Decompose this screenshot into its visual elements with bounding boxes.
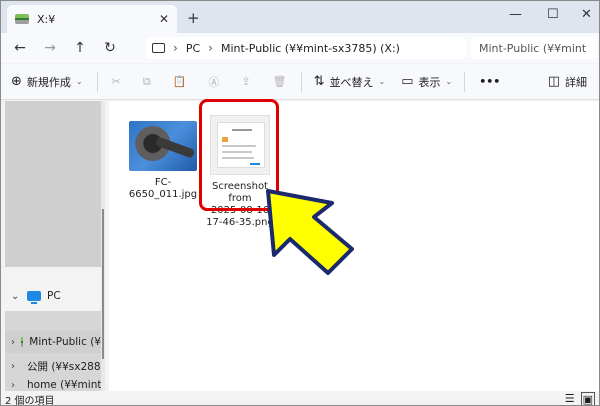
status-bar: 2 個の項目 ☰ ▣: [1, 391, 599, 406]
file-explorer-window: X:¥ ✕ + — ☐ ✕ ← → ↑ ↻ › PC › Mint-Public…: [0, 0, 600, 406]
forward-button[interactable]: →: [35, 40, 65, 56]
breadcrumb-pc[interactable]: PC: [186, 42, 200, 55]
crankset-thumbnail: [129, 121, 197, 171]
sort-icon: ⇅: [313, 74, 325, 89]
command-bar: ⊕ 新規作成 ⌄ ✂ ⧉ 📋 Ⓐ ⇪ 🗑 ⇅ 並べ替え ⌄ ▭ 表示 ⌄ •••…: [1, 64, 599, 100]
new-tab-button[interactable]: +: [187, 9, 200, 27]
plus-circle-icon: ⊕: [11, 74, 22, 89]
divider: [300, 71, 302, 92]
sidebar-item-pc[interactable]: ⌄ PC: [5, 285, 105, 307]
chevron-down-icon: ⌄: [75, 77, 83, 86]
sidebar-item-home[interactable]: › home (¥¥mint: [5, 379, 101, 391]
file-item[interactable]: FC-6650_011.jpg: [125, 121, 201, 201]
new-label: 新規作成: [26, 75, 71, 89]
address-bar[interactable]: › PC › Mint-Public (¥¥mint-sx3785) (X:): [146, 37, 466, 59]
tab-title: X:¥: [37, 12, 56, 26]
chevron-down-icon: ⌄: [378, 77, 386, 86]
network-drive-icon: [21, 337, 24, 347]
tab-close-icon[interactable]: ✕: [159, 12, 169, 26]
item-count: 2 個の項目: [5, 395, 55, 406]
maximize-button[interactable]: ☐: [547, 7, 559, 22]
network-drive-icon: [15, 14, 29, 24]
divider: [96, 71, 98, 92]
view-button[interactable]: ▭ 表示 ⌄: [401, 74, 452, 90]
breadcrumb-drive[interactable]: Mint-Public (¥¥mint-sx3785) (X:): [221, 42, 400, 55]
chevron-down-icon: ⌄: [11, 290, 20, 302]
more-options-button[interactable]: •••: [479, 75, 500, 88]
divider: [464, 71, 466, 92]
details-pane-icon: ◫: [547, 74, 560, 89]
minimize-button[interactable]: —: [509, 7, 522, 22]
title-bar: X:¥ ✕ + — ☐ ✕: [1, 1, 599, 33]
nav-scrollbar-thumb[interactable]: [102, 209, 104, 359]
file-name: FC-6650_011.jpg: [128, 177, 198, 200]
paste-icon[interactable]: 📋: [173, 75, 187, 88]
sidebar-item-label: Mint-Public (¥: [29, 336, 101, 348]
rename-icon[interactable]: Ⓐ: [208, 74, 219, 90]
sidebar-item-mint-public[interactable]: › Mint-Public (¥: [5, 331, 101, 353]
view-label: 表示: [418, 75, 441, 89]
search-input[interactable]: Mint-Public (¥¥mint: [471, 37, 597, 59]
nav-pane-blank-area: [5, 101, 101, 267]
refresh-button[interactable]: ↻: [95, 40, 125, 56]
sidebar-item-public[interactable]: › 公開 (¥¥sx2885: [5, 355, 101, 377]
navigation-bar: ← → ↑ ↻ › PC › Mint-Public (¥¥mint-sx378…: [1, 33, 599, 63]
chevron-right-icon: ›: [208, 41, 213, 55]
copy-icon[interactable]: ⧉: [143, 75, 151, 89]
sidebar-item-label: 公開 (¥¥sx2885: [27, 360, 101, 373]
chevron-down-icon: ⌄: [445, 77, 453, 86]
details-button[interactable]: ◫ 詳細: [548, 74, 587, 90]
close-button[interactable]: ✕: [581, 7, 592, 22]
sort-label: 並べ替え: [329, 75, 374, 89]
sidebar-item-label: PC: [47, 290, 61, 302]
chevron-right-icon: ›: [11, 360, 15, 372]
chevron-right-icon: ›: [173, 41, 178, 55]
up-button[interactable]: ↑: [65, 40, 95, 56]
share-icon[interactable]: ⇪: [241, 75, 250, 88]
delete-icon[interactable]: 🗑: [273, 75, 287, 88]
chevron-right-icon: ›: [11, 336, 15, 348]
chevron-right-icon: ›: [11, 379, 15, 391]
navigation-pane: ⌄ PC › Mint-Public (¥ › 公開 (¥¥sx2885 › h…: [1, 101, 105, 391]
annotation-arrow-icon: [266, 189, 354, 275]
details-label: 詳細: [565, 75, 587, 89]
sort-button[interactable]: ⇅ 並べ替え ⌄: [314, 74, 386, 90]
sidebar-item-label: home (¥¥mint: [27, 379, 101, 391]
details-view-icon[interactable]: ☰: [565, 392, 575, 405]
back-button[interactable]: ←: [5, 40, 35, 56]
new-button[interactable]: ⊕ 新規作成 ⌄: [11, 74, 83, 90]
computer-icon: [152, 43, 165, 53]
tab-x-drive[interactable]: X:¥ ✕: [7, 5, 177, 33]
pc-icon: [27, 291, 41, 304]
large-icons-view-icon[interactable]: ▣: [580, 392, 595, 405]
view-icon: ▭: [401, 74, 414, 89]
cut-icon[interactable]: ✂: [112, 75, 121, 88]
